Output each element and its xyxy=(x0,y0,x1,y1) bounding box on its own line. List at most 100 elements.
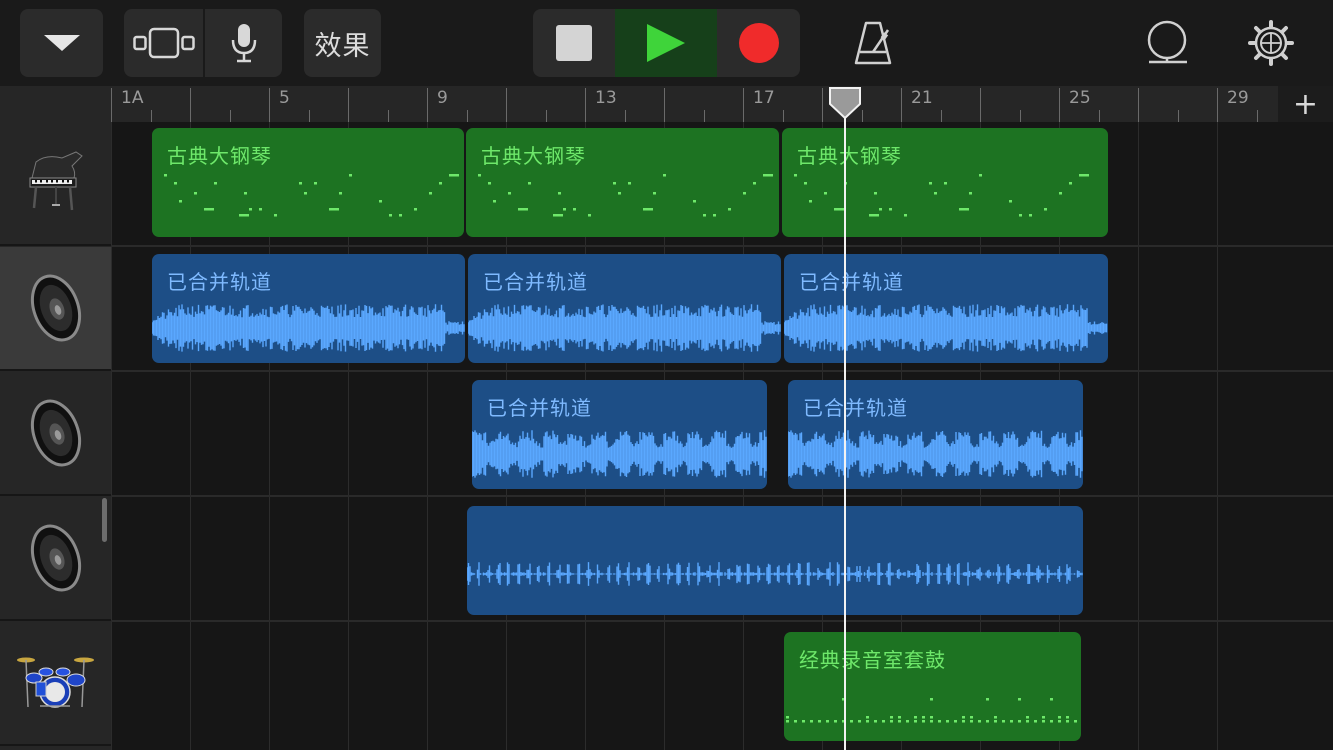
tracks-area[interactable]: 古典大钢琴 古典大钢琴 古典大钢琴 已合并轨道 已合并轨道 已合并轨道 已合并轨… xyxy=(111,122,1333,750)
record-button[interactable] xyxy=(717,9,800,77)
waveform xyxy=(472,430,767,478)
midi-region-piano[interactable]: 古典大钢琴 xyxy=(466,128,779,237)
midi-note xyxy=(898,720,901,723)
midi-note xyxy=(304,192,307,195)
ruler-tick xyxy=(822,88,823,122)
ruler-tick xyxy=(1059,88,1060,122)
add-section-button[interactable]: + xyxy=(1278,86,1333,122)
midi-note xyxy=(563,208,566,211)
waveform xyxy=(152,304,465,352)
track-header-drums[interactable] xyxy=(0,622,111,746)
track-scroll-handle[interactable] xyxy=(102,498,107,542)
midi-note xyxy=(204,208,214,211)
midi-note xyxy=(889,208,892,211)
playhead-line[interactable] xyxy=(844,95,846,750)
midi-note xyxy=(1029,214,1032,217)
midi-note xyxy=(962,720,965,723)
midi-note xyxy=(1042,716,1045,719)
ruler-tick xyxy=(466,110,468,122)
track-header-audio-3[interactable] xyxy=(0,497,111,621)
ruler-tick xyxy=(743,88,744,122)
midi-note xyxy=(970,720,973,723)
midi-note xyxy=(834,208,844,211)
midi-note xyxy=(728,208,731,211)
midi-note xyxy=(399,214,402,217)
bar-ruler[interactable]: 1A 5 9 13 17 21 25 29 xyxy=(111,86,1333,122)
midi-note xyxy=(1018,720,1021,723)
midi-note xyxy=(826,720,829,723)
stop-button[interactable] xyxy=(533,9,615,77)
ruler-label: 9 xyxy=(437,88,448,108)
midi-note xyxy=(874,720,877,723)
audio-region-merged[interactable]: 已合并轨道 xyxy=(784,254,1108,363)
midi-note xyxy=(962,716,965,719)
audio-region-merged[interactable]: 已合并轨道 xyxy=(152,254,465,363)
chevron-down-icon xyxy=(43,35,80,51)
audio-region-merged[interactable]: 已合并轨道 xyxy=(468,254,781,363)
playhead-handle[interactable] xyxy=(828,86,862,120)
midi-note xyxy=(274,214,277,217)
track-header-audio-1[interactable] xyxy=(0,247,111,371)
midi-note xyxy=(969,192,972,195)
midi-note xyxy=(906,720,909,723)
midi-region-piano[interactable]: 古典大钢琴 xyxy=(152,128,464,237)
ruler-label: 13 xyxy=(595,88,617,108)
ruler-tick xyxy=(1019,110,1021,122)
midi-region-drums[interactable]: 经典录音室套鼓 xyxy=(784,632,1081,741)
midi-note xyxy=(703,214,706,217)
midi-note xyxy=(809,200,812,203)
ruler-label: 1A xyxy=(121,88,144,108)
track-header-piano[interactable] xyxy=(0,122,111,246)
midi-note xyxy=(818,720,821,723)
midi-note xyxy=(613,182,616,185)
midi-note xyxy=(1019,214,1022,217)
midi-region-piano[interactable]: 古典大钢琴 xyxy=(782,128,1108,237)
midi-note xyxy=(693,200,696,203)
garageband-window: 效果 1A 5 9 13 17 21 25 29 + 古典大钢琴 古典大钢琴 古… xyxy=(0,0,1333,750)
midi-notes xyxy=(164,174,459,217)
midi-note xyxy=(379,200,382,203)
effects-button[interactable]: 效果 xyxy=(304,9,381,77)
track-separator xyxy=(111,370,1333,372)
audio-region-merged[interactable]: 已合并轨道 xyxy=(472,380,767,489)
midi-note xyxy=(628,182,631,185)
midi-note xyxy=(986,698,989,701)
region-label: 古典大钢琴 xyxy=(167,144,272,168)
ruler-tick xyxy=(308,110,310,122)
settings-button[interactable] xyxy=(1236,9,1306,77)
midi-note xyxy=(1066,716,1069,719)
midi-note xyxy=(1010,720,1013,723)
loop-browser-button[interactable] xyxy=(1132,9,1202,77)
track-view-button[interactable] xyxy=(124,9,203,77)
waveform-path xyxy=(467,562,1083,586)
midi-note xyxy=(1018,698,1021,701)
midi-note xyxy=(904,214,907,217)
midi-note xyxy=(414,208,417,211)
audio-region-merged[interactable]: 已合并轨道 xyxy=(788,380,1083,489)
microphone-icon xyxy=(231,24,256,63)
midi-note xyxy=(179,200,182,203)
speaker-icon xyxy=(30,274,81,342)
ruler-tick xyxy=(387,110,389,122)
midi-note xyxy=(1009,200,1012,203)
midi-note xyxy=(944,182,947,185)
ruler-tick xyxy=(703,110,705,122)
midi-note xyxy=(653,192,656,195)
midi-note xyxy=(389,214,392,217)
browser-menu-button[interactable] xyxy=(20,9,103,77)
play-button[interactable] xyxy=(615,9,717,77)
microphone-button[interactable] xyxy=(205,9,282,77)
track-view-icon xyxy=(132,27,195,59)
ruler-tick xyxy=(901,88,902,122)
ruler-label: 29 xyxy=(1227,88,1249,108)
midi-note xyxy=(938,720,941,723)
track-header-audio-2[interactable] xyxy=(0,372,111,496)
midi-note xyxy=(299,182,302,185)
midi-note xyxy=(804,182,807,185)
region-label: 已合并轨道 xyxy=(803,396,908,420)
ruler-tick xyxy=(585,88,586,122)
audio-loop-region[interactable] xyxy=(467,506,1083,615)
midi-note xyxy=(1050,698,1053,701)
metronome-button[interactable] xyxy=(838,9,908,77)
midi-note xyxy=(986,720,989,723)
